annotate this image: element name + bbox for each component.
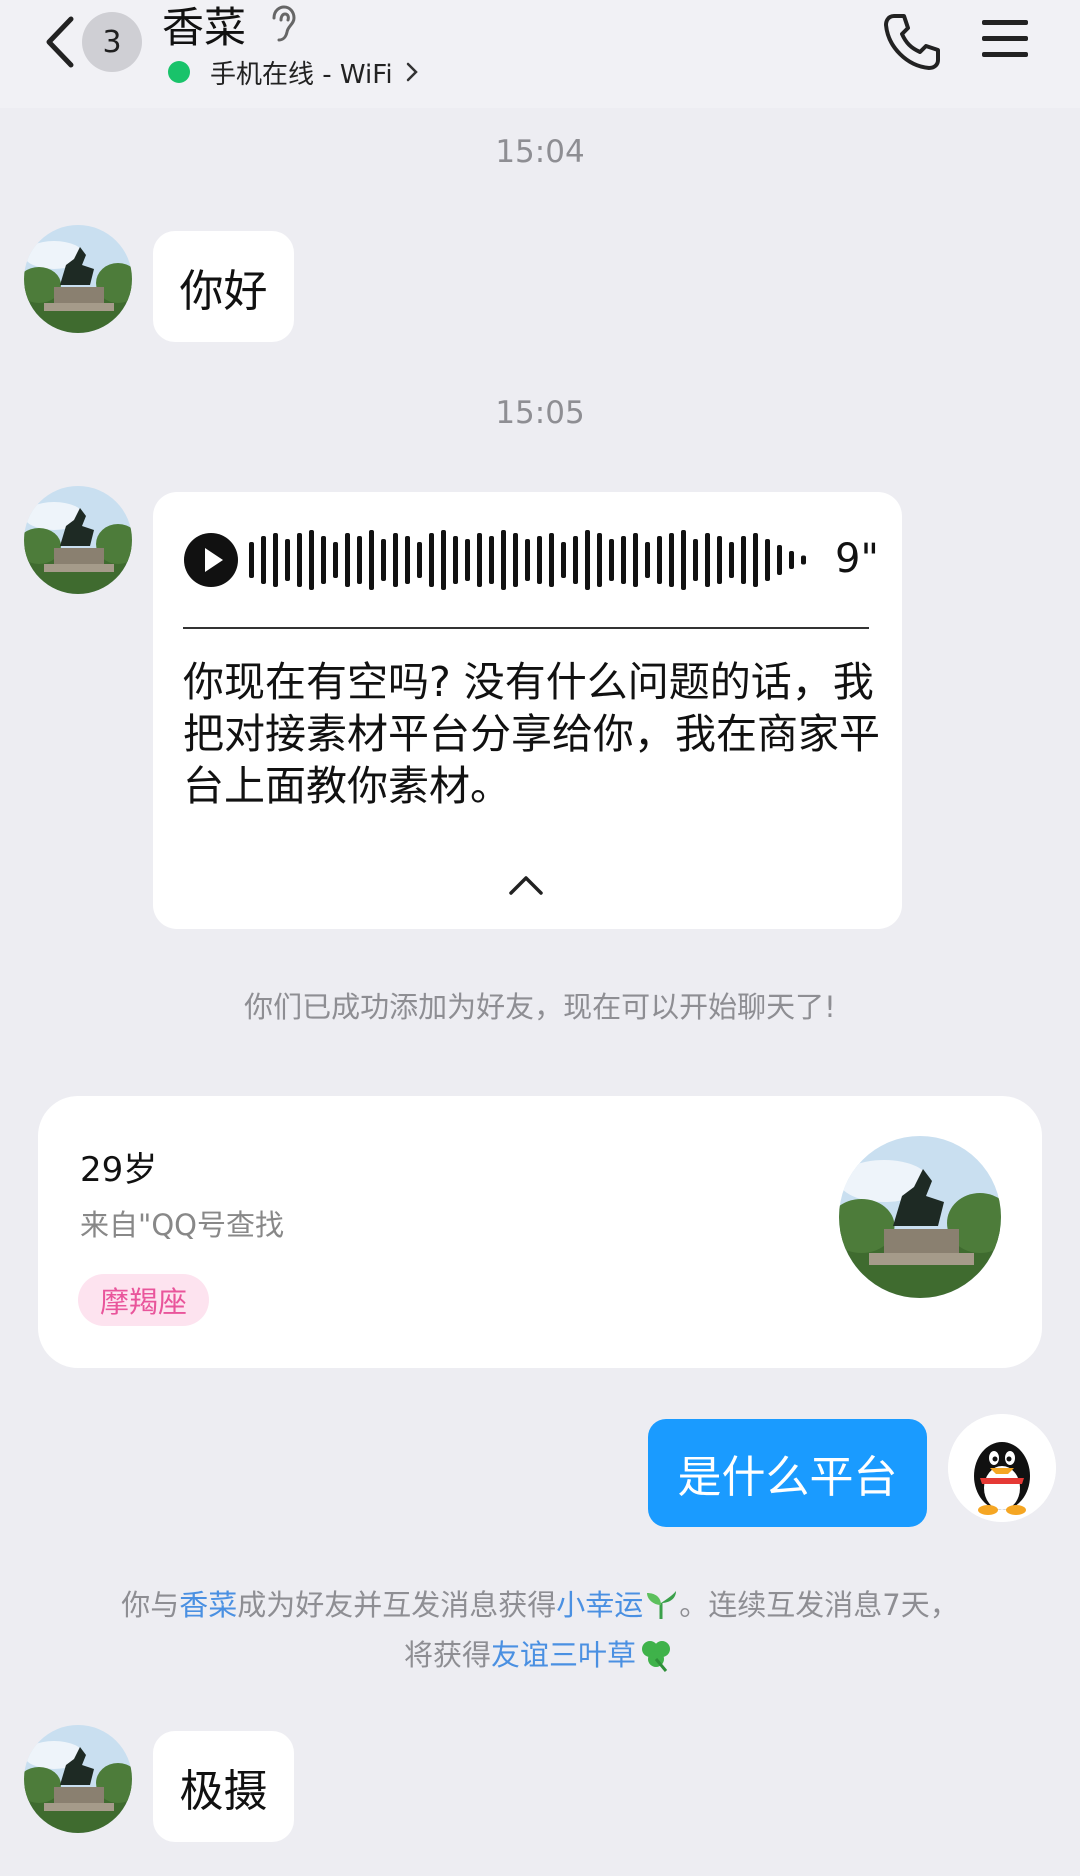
statue-photo-icon	[24, 225, 132, 333]
collapse-chevron-up-icon[interactable]	[508, 874, 544, 896]
zodiac-tag: 摩羯座	[78, 1274, 210, 1326]
online-dot-icon	[168, 61, 190, 83]
online-status[interactable]: 手机在线 - WiFi	[168, 54, 419, 90]
profile-age: 29岁	[80, 1150, 158, 1190]
ear-icon[interactable]	[268, 4, 298, 44]
lucky-notice-line-2: 将获得友谊三叶草	[0, 1630, 1080, 1680]
profile-card[interactable]: 29岁 来自"QQ号查找 摩羯座	[38, 1096, 1042, 1368]
lucky-badge-link[interactable]: 小幸运	[556, 1588, 643, 1622]
contact-avatar[interactable]	[24, 486, 132, 594]
self-avatar[interactable]	[948, 1414, 1056, 1522]
contact-name[interactable]: 香菜	[162, 0, 246, 56]
clover-icon	[642, 1641, 671, 1672]
chat-header: 3 香菜 手机在线 - WiFi	[0, 0, 1080, 108]
phone-call-icon[interactable]	[880, 10, 944, 74]
penguin-icon	[948, 1414, 1056, 1522]
profile-source: 来自"QQ号查找	[80, 1208, 284, 1242]
timestamp: 15:05	[495, 395, 585, 431]
voice-transcript: 你现在有空吗? 没有什么问题的话，我把对接素材平台分享给你，我在商家平台上面教你…	[183, 658, 880, 810]
voice-waveform-icon	[249, 530, 806, 590]
unread-count-badge[interactable]: 3	[82, 12, 142, 72]
received-message-bubble[interactable]: 极摄	[153, 1731, 294, 1842]
sent-message-bubble[interactable]: 是什么平台	[648, 1419, 927, 1527]
statue-photo-icon	[24, 1725, 132, 1833]
friendship-clover-link[interactable]: 友谊三叶草	[491, 1638, 636, 1672]
lucky-text: 将获得	[403, 1638, 491, 1672]
contact-avatar[interactable]	[24, 1725, 132, 1833]
voice-duration: 9"	[835, 536, 879, 582]
back-button[interactable]	[36, 12, 84, 72]
chevron-right-icon	[406, 62, 418, 82]
timestamp: 15:04	[495, 134, 585, 170]
lucky-text: 成为好友并互发消息获得	[237, 1588, 557, 1622]
chevron-left-icon	[46, 16, 74, 68]
lucky-notice: 你与香菜成为好友并互发消息获得小幸运 。连续互发消息7天， 将获得友谊三叶草	[0, 1580, 1080, 1680]
statue-photo-icon	[839, 1136, 1001, 1298]
friend-added-notice: 你们已成功添加为好友，现在可以开始聊天了!	[244, 990, 836, 1024]
sprout-icon	[647, 1591, 677, 1619]
divider	[183, 627, 869, 629]
voice-message-bubble[interactable]: 9" 你现在有空吗? 没有什么问题的话，我把对接素材平台分享给你，我在商家平台上…	[153, 492, 902, 929]
contact-name-link[interactable]: 香菜	[179, 1588, 237, 1622]
contact-avatar[interactable]	[24, 225, 132, 333]
received-message-bubble[interactable]: 你好	[153, 231, 294, 342]
lucky-text: 你与	[121, 1588, 180, 1622]
lucky-notice-line-1: 你与香菜成为好友并互发消息获得小幸运 。连续互发消息7天，	[0, 1580, 1080, 1630]
play-icon[interactable]	[183, 532, 239, 588]
status-text: 手机在线 - WiFi	[210, 59, 393, 90]
profile-avatar[interactable]	[839, 1136, 1001, 1298]
lucky-text: 。连续互发消息7天，	[679, 1588, 959, 1622]
menu-icon[interactable]	[982, 18, 1028, 60]
statue-photo-icon	[24, 486, 132, 594]
